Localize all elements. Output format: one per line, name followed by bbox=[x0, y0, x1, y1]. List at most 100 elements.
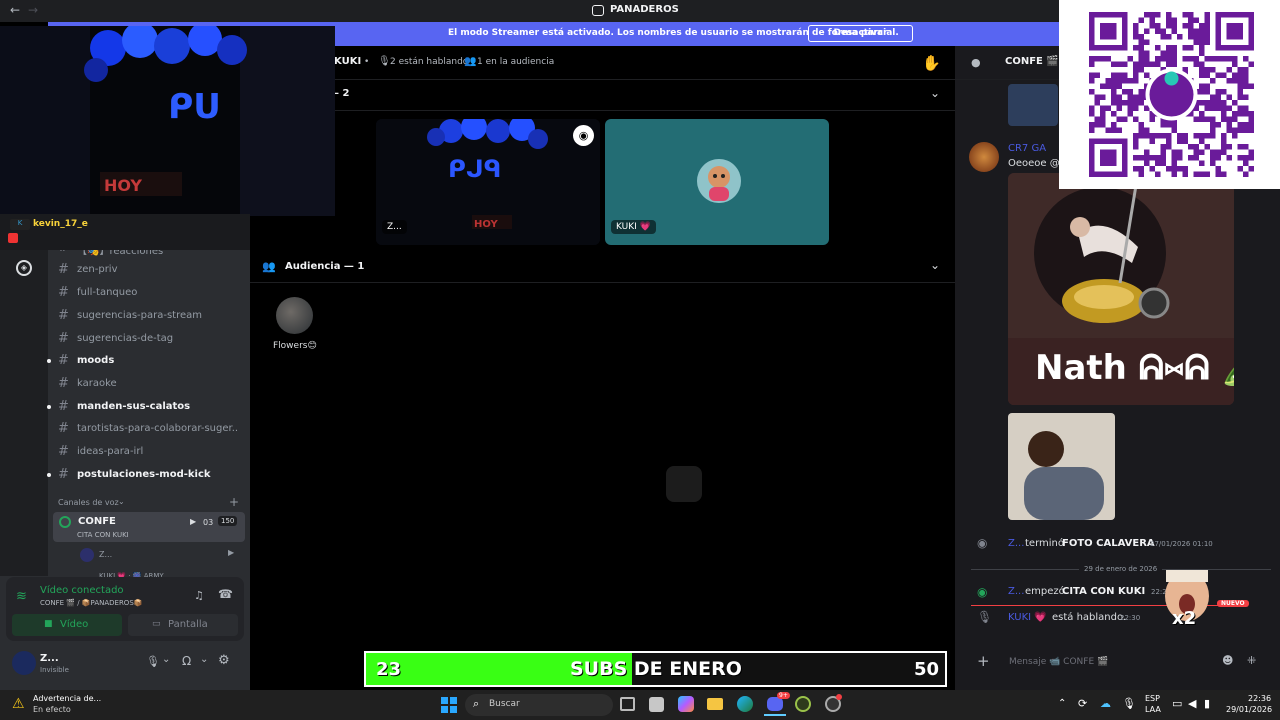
channel-label: tarotistas-para-colaborar-suger... bbox=[77, 423, 237, 434]
voice-channel-item[interactable]: CONFE CITA CON KUKI ▶ 03 150 bbox=[53, 512, 245, 542]
warning-icon[interactable]: ⚠ bbox=[12, 696, 25, 712]
avatar[interactable] bbox=[969, 142, 999, 172]
cloud-icon[interactable]: ☁ bbox=[1100, 697, 1111, 710]
channel-label: sugerencias-de-tag bbox=[77, 333, 174, 344]
chevron-up-icon[interactable]: ⌃ bbox=[1058, 698, 1066, 709]
user-limit: 150 bbox=[218, 516, 238, 526]
message-input[interactable]: Mensaje 📹 CONFE 🎬 bbox=[1009, 657, 1108, 667]
screen-icon: ▭ bbox=[152, 619, 161, 629]
stage-name: KUKI bbox=[334, 56, 362, 67]
task-view-icon[interactable] bbox=[620, 697, 635, 711]
attachment-image[interactable] bbox=[1008, 84, 1058, 126]
channel-item[interactable]: # tarotistas-para-colaborar-suger... bbox=[54, 419, 244, 439]
search-box[interactable]: ⌕ Buscar bbox=[465, 694, 613, 716]
message-composer[interactable]: + Mensaje 📹 CONFE 🎬 ☻ ⁜ bbox=[967, 646, 1273, 678]
headphones-icon[interactable]: Ω bbox=[182, 654, 191, 668]
file-explorer-icon[interactable] bbox=[707, 698, 723, 710]
disconnect-icon[interactable]: ☎ bbox=[218, 587, 233, 601]
stage-video-thumbnail: ᑭᒍᑫ HOY bbox=[376, 119, 600, 245]
channel-item[interactable]: # sugerencias-de-tag bbox=[54, 329, 244, 349]
sync-icon[interactable]: ⟳ bbox=[1078, 697, 1087, 710]
goal-title: SUBS DE ENERO bbox=[570, 658, 742, 680]
discover-icon[interactable]: ◈ bbox=[16, 260, 32, 276]
channel-item[interactable]: # manden-sus-calatos bbox=[54, 397, 244, 417]
chevron-down-icon[interactable]: ⌄ bbox=[162, 654, 170, 665]
system-user[interactable]: Z... bbox=[1008, 586, 1024, 597]
channel-item[interactable]: # zen-priv bbox=[54, 260, 244, 280]
forward-button[interactable]: → bbox=[28, 3, 38, 17]
stage-placeholder-icon bbox=[666, 466, 702, 502]
chevron-down-icon[interactable]: ⌄ bbox=[930, 86, 940, 100]
new-badge: NUEVO bbox=[1217, 600, 1249, 607]
voice-channels-header[interactable]: Canales de voz bbox=[58, 498, 119, 507]
microphone-icon: 🎙 bbox=[977, 610, 993, 624]
back-button[interactable]: ← bbox=[10, 3, 20, 17]
gif-image[interactable] bbox=[1008, 413, 1115, 520]
network-icon[interactable]: ▭ bbox=[1172, 697, 1182, 710]
avatar bbox=[80, 548, 94, 562]
discord-icon bbox=[767, 697, 783, 711]
sticker-image[interactable]: Nath ᕱ⑅ᕱ 🫛 bbox=[1008, 173, 1234, 405]
microphone-icon[interactable]: 🎙 bbox=[146, 655, 160, 668]
thread-icon[interactable]: ● bbox=[971, 56, 981, 69]
username: Z... bbox=[40, 653, 59, 664]
clock-time[interactable]: 22:36 bbox=[1248, 694, 1271, 703]
copilot-icon[interactable] bbox=[678, 696, 694, 712]
apps-icon[interactable]: ⁜ bbox=[1247, 654, 1256, 667]
audience-label: Audiencia — 1 bbox=[285, 261, 365, 272]
channel-item[interactable]: # karaoke bbox=[54, 374, 244, 394]
avatar[interactable] bbox=[276, 297, 313, 334]
yape-qr-code bbox=[1059, 0, 1280, 189]
video-count: 03 bbox=[203, 518, 214, 527]
app-icon[interactable] bbox=[795, 696, 811, 712]
channel-item[interactable]: # postulaciones-mod-kick bbox=[54, 465, 244, 485]
disable-streamer-button[interactable]: Desactivar bbox=[808, 25, 913, 42]
message-author[interactable]: CR7 GA bbox=[1008, 143, 1046, 154]
video-tile[interactable]: KUKI 💗 bbox=[605, 119, 829, 245]
battery-icon[interactable]: ▮ bbox=[1204, 697, 1210, 710]
system-user[interactable]: Z... bbox=[1008, 538, 1024, 549]
channel-item[interactable]: # ideas-para-irl bbox=[54, 442, 244, 462]
audience-member-name: Flowers😊 bbox=[273, 341, 317, 351]
raise-hand-icon[interactable]: ✋ bbox=[922, 54, 941, 72]
store-icon[interactable] bbox=[649, 697, 664, 712]
sub-goal-overlay: 23 SUBS DE ENERO 50 bbox=[364, 651, 947, 687]
chevron-down-icon[interactable]: ⌄ bbox=[118, 497, 125, 506]
emote-overlay: x2 bbox=[1162, 570, 1212, 629]
hashtag-icon: # bbox=[58, 399, 69, 414]
voice-user-name[interactable]: Z... bbox=[99, 550, 112, 559]
discord-taskbar-button[interactable]: 9+ bbox=[764, 692, 790, 716]
edge-icon[interactable] bbox=[737, 696, 753, 712]
add-channel-icon[interactable]: + bbox=[229, 495, 239, 509]
channel-item[interactable]: # full-tanqueo bbox=[54, 283, 244, 303]
kick-icon: K bbox=[10, 219, 30, 230]
video-button[interactable]: ■ Vídeo bbox=[12, 614, 122, 636]
gear-icon[interactable]: ⚙ bbox=[218, 653, 230, 668]
soundboard-icon[interactable]: ♫ bbox=[194, 589, 204, 602]
voice-status-subtitle[interactable]: CONFE 🎬 / 📦PANADEROS📦 bbox=[40, 599, 142, 607]
warning-title[interactable]: Advertencia de... bbox=[33, 694, 101, 703]
stage-area: KUKI • 🎙 2 están hablando 👥 1 en la audi… bbox=[250, 46, 955, 690]
channel-item[interactable]: # sugerencias-para-stream bbox=[54, 306, 244, 326]
goal-current: 23 bbox=[376, 659, 402, 680]
avatar[interactable] bbox=[12, 651, 36, 675]
chevron-down-icon[interactable]: ⌄ bbox=[200, 654, 208, 665]
emoji-icon[interactable]: ☻ bbox=[1222, 654, 1233, 667]
microphone-icon[interactable]: 🎙 bbox=[1122, 697, 1136, 710]
clock-date: 29/01/2026 bbox=[1226, 705, 1273, 714]
volume-icon[interactable]: ◀ bbox=[1188, 697, 1196, 710]
video-tile[interactable]: ᑭᒍᑫ HOY ◉ Z... bbox=[376, 119, 600, 245]
language-code[interactable]: ESP bbox=[1145, 694, 1160, 703]
windows-start-icon[interactable] bbox=[441, 697, 457, 713]
svg-text:HOY: HOY bbox=[104, 176, 142, 195]
channel-item[interactable]: # moods bbox=[54, 351, 244, 371]
warning-subtitle: En efecto bbox=[33, 705, 71, 714]
stream-icon[interactable]: ◉ bbox=[573, 125, 594, 146]
add-attachment-icon[interactable]: + bbox=[977, 652, 990, 670]
system-user[interactable]: KUKI 💗 bbox=[1008, 612, 1047, 623]
notification-badge: 9+ bbox=[777, 692, 790, 699]
window-title: PANADEROS bbox=[610, 4, 679, 15]
channel-label: moods bbox=[77, 355, 115, 366]
screen-share-button[interactable]: ▭ Pantalla bbox=[128, 614, 238, 636]
chevron-down-icon[interactable]: ⌄ bbox=[930, 258, 940, 272]
